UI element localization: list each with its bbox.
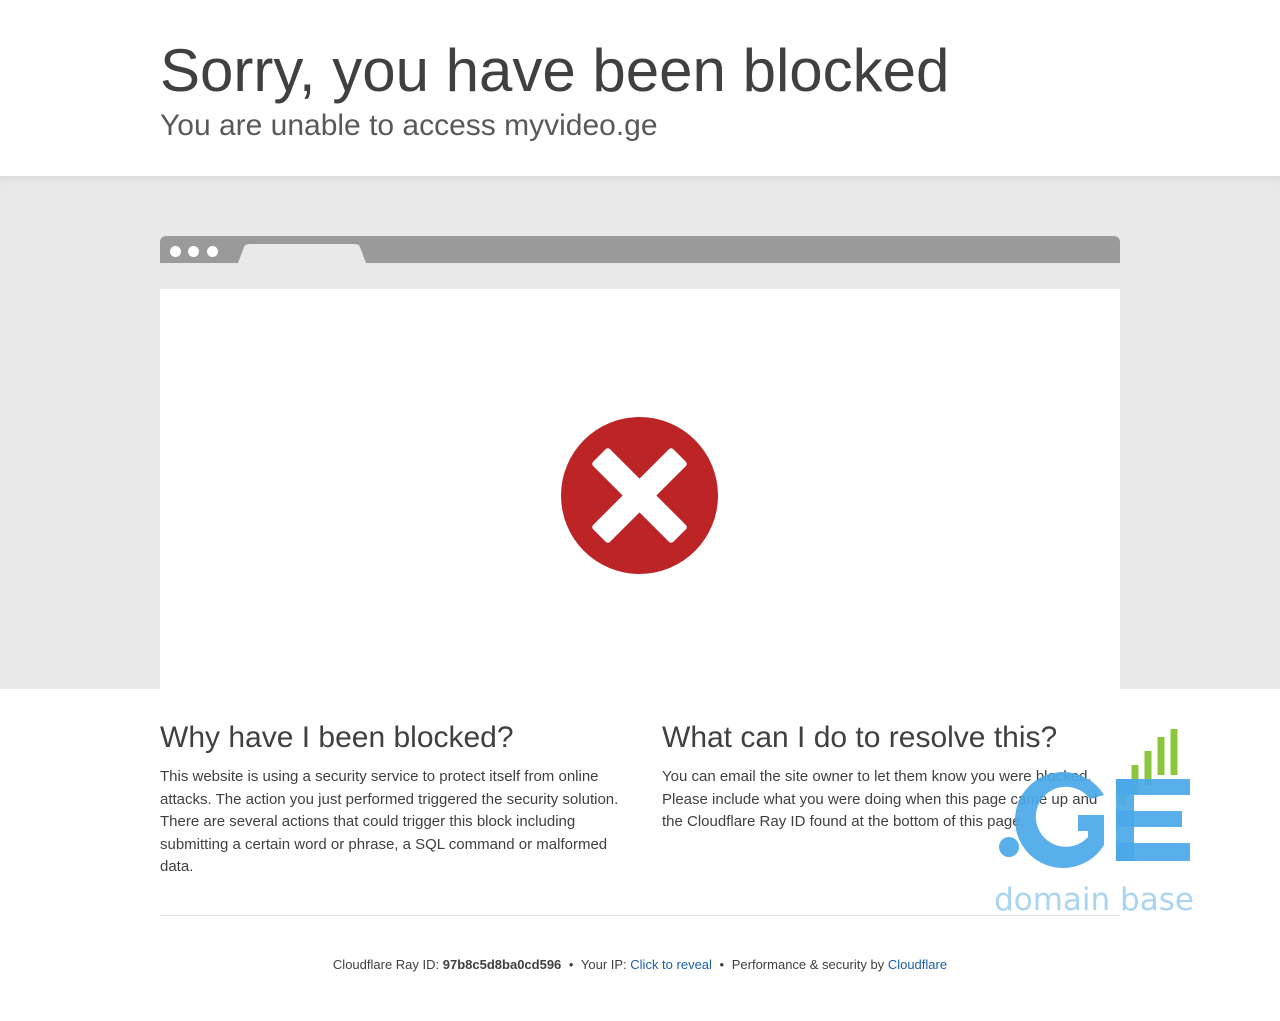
browser-illustration-window — [160, 289, 1120, 689]
window-dot-icon — [188, 246, 199, 257]
page-header: Sorry, you have been blocked You are una… — [0, 0, 1280, 176]
logo-tagline: domain base — [994, 882, 1194, 917]
error-x-icon — [560, 416, 719, 575]
page-subtitle: You are unable to access myvideo.ge — [160, 109, 658, 142]
footer-divider — [160, 915, 1120, 916]
window-dot-icon — [207, 246, 218, 257]
ray-id-label: Cloudflare Ray ID: — [332, 957, 440, 972]
browser-illustration-bar — [160, 236, 1120, 263]
footer: Cloudflare Ray ID: 97b8c5d8ba0cd596 • Yo… — [0, 956, 1280, 974]
footer-separator: • — [568, 957, 574, 972]
performance-label: Performance & security by — [731, 957, 885, 972]
why-blocked-section: Why have I been blocked? This website is… — [160, 720, 620, 879]
footer-separator: • — [719, 957, 725, 972]
your-ip-label: Your IP: — [580, 957, 627, 972]
page-title: Sorry, you have been blocked — [160, 37, 950, 104]
reveal-ip-link[interactable]: Click to reveal — [630, 957, 712, 972]
ge-domain-base-logo: domain base — [994, 729, 1194, 917]
browser-tab-icon — [238, 244, 366, 263]
why-blocked-text: This website is using a security service… — [160, 768, 619, 875]
browser-illustration-toolbar — [160, 263, 1120, 289]
window-dot-icon — [170, 246, 181, 257]
why-blocked-heading: Why have I been blocked? — [160, 721, 514, 754]
cloudflare-link[interactable]: Cloudflare — [888, 957, 947, 972]
ray-id-value: 97b8c5d8ba0cd596 — [442, 957, 562, 972]
